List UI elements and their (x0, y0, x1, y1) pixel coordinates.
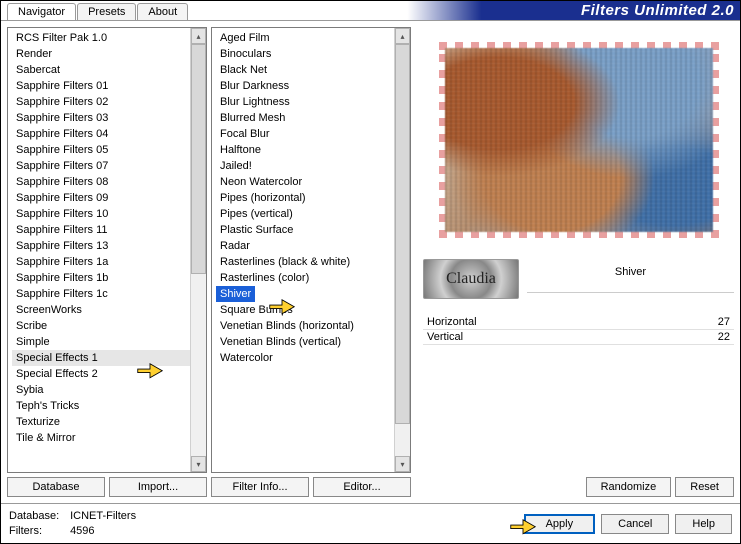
preview-area (423, 27, 734, 253)
parameters: Horizontal 27 Vertical 22 (423, 315, 734, 345)
list-item[interactable]: Rasterlines (black & white) (216, 254, 394, 270)
status-filters-value: 4596 (70, 525, 94, 537)
list-item[interactable]: Scribe (12, 318, 190, 334)
list-item[interactable]: Plastic Surface (216, 222, 394, 238)
list-item[interactable]: Texturize (12, 414, 190, 430)
list-item[interactable]: Sapphire Filters 05 (12, 142, 190, 158)
list-item[interactable]: Watercolor (216, 350, 394, 366)
list-item[interactable]: Sapphire Filters 1c (12, 286, 190, 302)
main-panel: RCS Filter Pak 1.0RenderSabercatSapphire… (1, 21, 740, 503)
category-list[interactable]: RCS Filter Pak 1.0RenderSabercatSapphire… (7, 27, 207, 473)
list-item[interactable]: Sapphire Filters 07 (12, 158, 190, 174)
tab-presets[interactable]: Presets (77, 3, 136, 20)
list-item[interactable]: ScreenWorks (12, 302, 190, 318)
author-logo: Claudia (423, 259, 519, 299)
list-item[interactable]: Pipes (vertical) (216, 206, 394, 222)
list-item[interactable]: Sapphire Filters 02 (12, 94, 190, 110)
list-item[interactable]: Special Effects 1 (12, 350, 190, 366)
scroll-up-icon[interactable]: ▴ (191, 28, 206, 44)
scrollbar[interactable]: ▴ ▾ (190, 28, 206, 472)
scroll-thumb[interactable] (191, 44, 206, 274)
list-item[interactable]: Special Effects 2 (12, 366, 190, 382)
reset-button[interactable]: Reset (675, 477, 734, 497)
list-item[interactable]: Focal Blur (216, 126, 394, 142)
list-item[interactable]: Render (12, 46, 190, 62)
tab-navigator[interactable]: Navigator (7, 3, 76, 20)
list-item[interactable]: Sapphire Filters 03 (12, 110, 190, 126)
list-item[interactable]: Simple (12, 334, 190, 350)
statusbar: Database: ICNET-Filters Filters: 4596 Ap… (1, 503, 740, 543)
list-item[interactable]: Shiver (216, 286, 255, 302)
list-item[interactable]: Blur Lightness (216, 94, 394, 110)
apply-button[interactable]: Apply (524, 514, 596, 534)
help-button[interactable]: Help (675, 514, 732, 534)
param-label: Horizontal (427, 316, 477, 328)
tab-about[interactable]: About (137, 3, 188, 20)
list-item[interactable]: Sapphire Filters 1b (12, 270, 190, 286)
list-item[interactable]: Halftone (216, 142, 394, 158)
status-db-value: ICNET-Filters (70, 510, 136, 522)
list-item[interactable]: Black Net (216, 62, 394, 78)
scroll-up-icon[interactable]: ▴ (395, 28, 410, 44)
cancel-button[interactable]: Cancel (601, 514, 669, 534)
list-item[interactable]: Aged Film (216, 30, 394, 46)
list-item[interactable]: Tile & Mirror (12, 430, 190, 446)
list-item[interactable]: Binoculars (216, 46, 394, 62)
param-label: Vertical (427, 331, 463, 343)
scroll-down-icon[interactable]: ▾ (395, 456, 410, 472)
list-item[interactable]: Blur Darkness (216, 78, 394, 94)
list-item[interactable]: Pipes (horizontal) (216, 190, 394, 206)
list-item[interactable]: Sapphire Filters 09 (12, 190, 190, 206)
scroll-down-icon[interactable]: ▾ (191, 456, 206, 472)
list-item[interactable]: Sapphire Filters 13 (12, 238, 190, 254)
param-value: 22 (718, 331, 730, 343)
list-item[interactable]: Sapphire Filters 11 (12, 222, 190, 238)
list-item[interactable]: Sapphire Filters 01 (12, 78, 190, 94)
preview-image (445, 48, 713, 232)
param-value: 27 (718, 316, 730, 328)
list-item[interactable]: Square Bumps (216, 302, 394, 318)
scroll-thumb[interactable] (395, 44, 410, 424)
import-button[interactable]: Import... (109, 477, 207, 497)
status-db-label: Database: (9, 509, 67, 524)
editor-button[interactable]: Editor... (313, 477, 411, 497)
app-title: Filters Unlimited 2.0 (581, 2, 734, 19)
list-item[interactable]: Venetian Blinds (horizontal) (216, 318, 394, 334)
list-item[interactable]: Sabercat (12, 62, 190, 78)
list-item[interactable]: Teph's Tricks (12, 398, 190, 414)
database-button[interactable]: Database (7, 477, 105, 497)
tabs: Navigator Presets About (1, 1, 189, 20)
randomize-button[interactable]: Randomize (586, 477, 672, 497)
titlebar: Navigator Presets About Filters Unlimite… (1, 1, 740, 21)
list-item[interactable]: Venetian Blinds (vertical) (216, 334, 394, 350)
list-item[interactable]: Sapphire Filters 1a (12, 254, 190, 270)
list-item[interactable]: Radar (216, 238, 394, 254)
list-item[interactable]: Sapphire Filters 08 (12, 174, 190, 190)
filter-info-button[interactable]: Filter Info... (211, 477, 309, 497)
list-item[interactable]: Rasterlines (color) (216, 270, 394, 286)
status-filters-label: Filters: (9, 524, 67, 539)
list-item[interactable]: Sapphire Filters 04 (12, 126, 190, 142)
filter-list[interactable]: Aged FilmBinocularsBlack NetBlur Darknes… (211, 27, 411, 473)
list-item[interactable]: Jailed! (216, 158, 394, 174)
list-item[interactable]: Neon Watercolor (216, 174, 394, 190)
param-row[interactable]: Vertical 22 (423, 330, 734, 345)
list-item[interactable]: Sapphire Filters 10 (12, 206, 190, 222)
list-item[interactable]: Sybia (12, 382, 190, 398)
list-item[interactable]: Blurred Mesh (216, 110, 394, 126)
list-item[interactable]: RCS Filter Pak 1.0 (12, 30, 190, 46)
current-filter-name: Shiver (527, 266, 734, 293)
scrollbar[interactable]: ▴ ▾ (394, 28, 410, 472)
param-row[interactable]: Horizontal 27 (423, 315, 734, 330)
